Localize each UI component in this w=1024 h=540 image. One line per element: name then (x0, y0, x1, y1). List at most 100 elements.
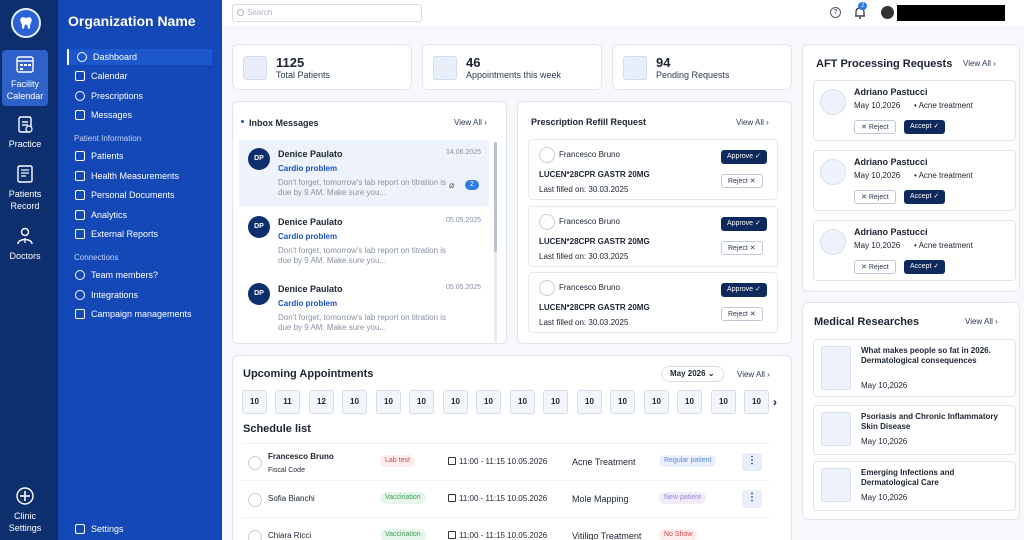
reject-button[interactable]: Reject ✕ (721, 241, 763, 255)
request-date: May 10,2026 (854, 101, 901, 110)
approve-button[interactable]: Approve ✓ (721, 217, 767, 231)
clinic-settings-icon (16, 487, 34, 505)
chevron-right-icon: › (995, 317, 998, 326)
medication-name: LUCEN*28CPR GASTR 20MG (539, 303, 650, 312)
nav-item-external-reports[interactable]: External Reports (67, 226, 212, 242)
nav-item-label: Personal Documents (91, 190, 175, 200)
date-chip[interactable]: 11 (275, 390, 300, 414)
user-name-redacted[interactable] (897, 5, 1005, 21)
rail-facility-calendar[interactable]: Facility Calendar (2, 50, 48, 106)
check-icon: ✓ (933, 263, 940, 270)
nav-item-analytics[interactable]: Analytics (67, 207, 212, 223)
nav-item-calendar[interactable]: Calendar (67, 68, 212, 84)
accept-button[interactable]: Accept ✓ (904, 260, 946, 274)
close-icon: ✕ (861, 264, 867, 271)
research-item[interactable]: Emerging Infections and Dermatological C… (813, 461, 1016, 511)
row-menu-button[interactable]: ⋮ (742, 453, 762, 471)
approve-button[interactable]: Approve ✓ (721, 150, 767, 164)
user-avatar[interactable] (881, 6, 894, 19)
chevron-right-icon[interactable]: › (773, 395, 777, 409)
avatar (820, 89, 846, 115)
inbox-scrollbar[interactable] (494, 142, 497, 252)
view-all-label: View All (736, 118, 764, 127)
message-preview: Don't forget, tomorrow's lab report on t… (278, 313, 447, 332)
message-item[interactable]: DP Denice Paulato 14.06.2025 Cardio prob… (239, 140, 489, 206)
approve-button[interactable]: Approve ✓ (721, 283, 767, 297)
message-item[interactable]: DP Denice Paulato 05.05.2025 Cardio prob… (239, 208, 489, 274)
reject-button[interactable]: ✕ Reject (854, 190, 896, 204)
rail-practice[interactable]: Practice (2, 114, 48, 150)
date-chip[interactable]: 10 (610, 390, 635, 414)
research-item-title: What makes people so fat in 2026. Dermat… (861, 346, 991, 365)
nav-item-dashboard[interactable]: Dashboard (67, 49, 212, 65)
date-chip[interactable]: 10 (744, 390, 769, 414)
research-view-all[interactable]: View All › (965, 317, 998, 326)
nav-item-label: Calendar (91, 71, 128, 81)
check-icon: ✓ (755, 220, 761, 227)
message-item[interactable]: DP Denice Paulato 05.05.2025 Cardio prob… (239, 275, 489, 341)
request-date: May 10,2026 (854, 171, 901, 180)
rail-doctors[interactable]: Doctors (2, 226, 48, 262)
nav-item-personal-documents[interactable]: Personal Documents (67, 187, 212, 203)
research-date: May 10,2026 (861, 493, 908, 502)
date-chip[interactable]: 10 (510, 390, 535, 414)
avatar (539, 280, 555, 296)
accept-button[interactable]: Accept ✓ (904, 190, 946, 204)
reject-button[interactable]: Reject ✕ (721, 174, 763, 188)
rail-patients-record[interactable]: Patients Record (2, 164, 48, 212)
aft-view-all[interactable]: View All › (963, 59, 996, 68)
nav-item-prescriptions[interactable]: Prescriptions (67, 88, 212, 104)
app-logo[interactable] (11, 8, 41, 38)
schedule-row[interactable]: Chiara Ricci Vaccination 11:00 - 11:15 1… (242, 517, 770, 540)
nav-item-messages[interactable]: Messages (67, 107, 212, 123)
date-chip[interactable]: 10 (711, 390, 736, 414)
date-chip[interactable]: 10 (242, 390, 267, 414)
nav-item-campaign-managements[interactable]: Campaign managements (67, 306, 212, 322)
appointments-view-all[interactable]: View All › (737, 370, 770, 379)
nav-section-connections: Connections (74, 253, 119, 262)
accept-button[interactable]: Accept ✓ (904, 120, 946, 134)
reject-button[interactable]: Reject ✕ (721, 307, 763, 321)
reject-button[interactable]: ✕ Reject (854, 260, 896, 274)
appointment-tag: Lab test (380, 455, 415, 467)
date-chip[interactable]: 10 (476, 390, 501, 414)
research-item-title: Psoriasis and Chronic Inflammatory Skin … (861, 412, 998, 431)
help-icon[interactable]: ? (830, 7, 841, 18)
nav-item-team-members[interactable]: Team members? (67, 267, 212, 283)
date-chip[interactable]: 10 (644, 390, 669, 414)
nav-item-integrations[interactable]: Integrations (67, 287, 212, 303)
avatar (539, 214, 555, 230)
date-chip[interactable]: 10 (677, 390, 702, 414)
row-menu-button[interactable]: ⋮ (742, 490, 762, 508)
app-rail: Facility Calendar Practice Patients Reco… (0, 0, 58, 540)
search-icon (237, 9, 244, 16)
schedule-row[interactable]: Francesco Bruno Fiscal Code Lab test 11:… (242, 443, 770, 480)
nav-item-health-measurements[interactable]: Health Measurements (67, 168, 212, 184)
request-date: May 10,2026 (854, 241, 901, 250)
appointment-time: 11:00 - 11:15 10.05.2026 (459, 457, 548, 466)
nav-item-settings[interactable]: Settings (67, 521, 212, 537)
stat-pending-requests: 94 Pending Requests (612, 44, 792, 90)
rail-clinic-settings[interactable]: Clinic Settings (2, 486, 48, 534)
research-date: May 10,2026 (861, 437, 908, 446)
date-chip[interactable]: 12 (309, 390, 334, 414)
research-item[interactable]: What makes people so fat in 2026. Dermat… (813, 339, 1016, 397)
date-chip[interactable]: 10 (342, 390, 367, 414)
inbox-view-all[interactable]: View All › (454, 118, 487, 127)
schedule-row[interactable]: Sofia Bianchi Vaccination 11:00 - 11:15 … (242, 480, 770, 517)
refill-view-all[interactable]: View All › (736, 118, 769, 127)
nav-item-patients[interactable]: Patients (67, 148, 212, 164)
date-chip[interactable]: 10 (409, 390, 434, 414)
chevron-right-icon: › (993, 59, 996, 68)
date-chip[interactable]: 10 (376, 390, 401, 414)
top-bar: Search ? 2 (222, 0, 1024, 26)
date-chip[interactable]: 10 (577, 390, 602, 414)
search-input[interactable]: Search (232, 4, 422, 22)
month-selector[interactable]: May 2026 ⌄ (661, 366, 724, 382)
inbox-title: Inbox Messages (249, 118, 319, 128)
research-item[interactable]: Psoriasis and Chronic Inflammatory Skin … (813, 405, 1016, 455)
date-chip[interactable]: 10 (443, 390, 468, 414)
date-chip[interactable]: 10 (543, 390, 568, 414)
reject-button[interactable]: ✕ Reject (854, 120, 896, 134)
nav-item-label: Team members? (91, 270, 159, 280)
